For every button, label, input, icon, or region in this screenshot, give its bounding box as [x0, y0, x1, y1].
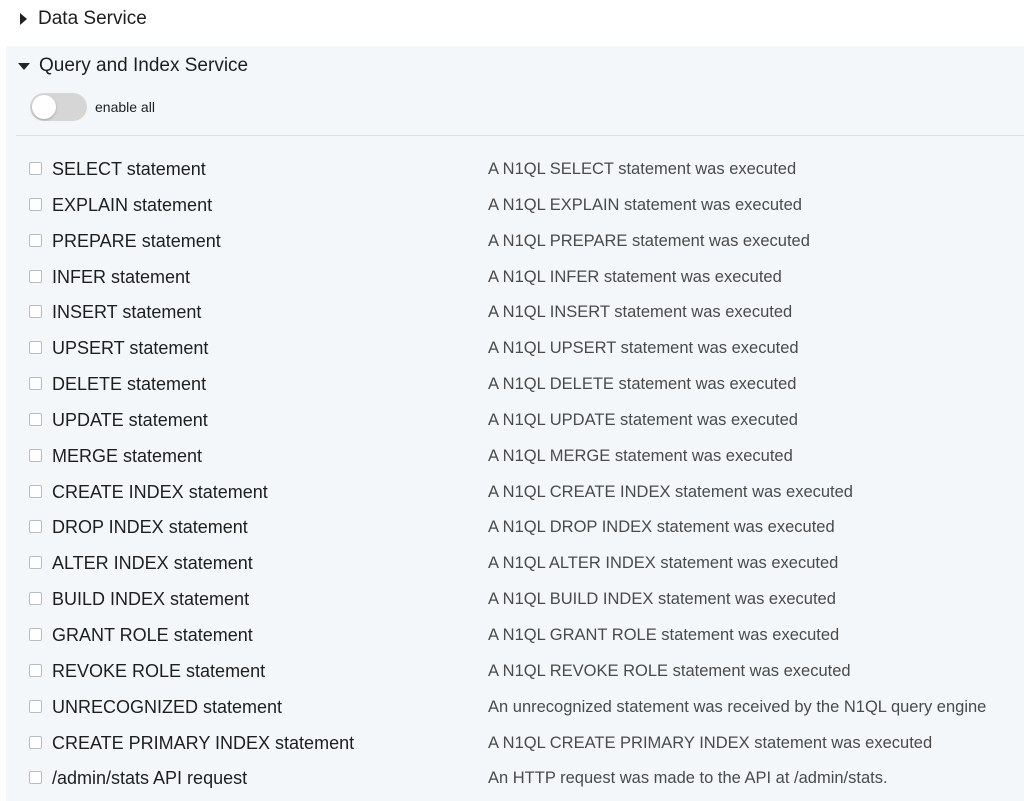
event-description: A N1QL ALTER INDEX statement was execute… [488, 554, 839, 573]
event-name: EXPLAIN statement [52, 194, 213, 215]
event-checkbox[interactable] [29, 627, 42, 641]
event-name: MERGE statement [52, 445, 203, 466]
event-row: PREPARE statement A N1QL PREPARE statemen… [6, 224, 1024, 260]
event-description: A N1QL CREATE PRIMARY INDEX statement wa… [488, 733, 933, 752]
event-description: A N1QL UPDATE statement was executed [488, 410, 798, 429]
event-checkbox[interactable] [29, 699, 42, 713]
event-row: INFER statement A N1QL INFER statement wa… [6, 260, 1024, 296]
data-service-section-toggle[interactable]: Data Service [20, 6, 147, 32]
event-checkbox[interactable] [29, 233, 42, 247]
event-description: An HTTP request was made to the API at /… [488, 769, 888, 788]
event-checkbox[interactable] [29, 556, 42, 570]
event-description: A N1QL BUILD INDEX statement was execute… [488, 590, 836, 609]
event-checkbox[interactable] [29, 269, 42, 283]
event-name: UNRECOGNIZED statement [52, 696, 283, 717]
event-name: DROP INDEX statement [52, 517, 248, 538]
enable-all-label: enable all [95, 99, 155, 115]
event-row: REVOKE ROLE statement A N1QL REVOKE ROLE … [6, 654, 1024, 690]
event-name: CREATE INDEX statement [52, 481, 268, 502]
event-description: A N1QL DROP INDEX statement was executed [488, 518, 835, 537]
event-description: A N1QL GRANT ROLE statement was executed [488, 625, 840, 644]
event-checkbox[interactable] [29, 663, 42, 677]
event-name: PREPARE statement [52, 230, 221, 251]
event-name: UPSERT statement [52, 338, 209, 359]
section-divider [16, 135, 1024, 136]
event-row: DROP INDEX statement A N1QL DROP INDEX st… [6, 510, 1024, 546]
event-row: ALTER INDEX statement A N1QL ALTER INDEX … [6, 546, 1024, 582]
event-row: UNRECOGNIZED statement An unrecognized st… [6, 690, 1024, 726]
caret-down-icon [18, 62, 30, 70]
enable-all-row: enable all [30, 93, 155, 121]
event-description: A N1QL MERGE statement was executed [488, 446, 793, 465]
event-checkbox[interactable] [29, 412, 42, 426]
event-checkbox[interactable] [29, 305, 42, 319]
event-row: BUILD INDEX statement A N1QL BUILD INDEX … [6, 582, 1024, 618]
event-name: UPDATE statement [52, 409, 208, 430]
event-name: GRANT ROLE statement [52, 624, 253, 645]
event-description: A N1QL DELETE statement was executed [488, 375, 797, 394]
event-description: A N1QL REVOKE ROLE statement was execute… [488, 661, 851, 680]
event-row: UPSERT statement A N1QL UPSERT statement … [6, 331, 1024, 367]
data-service-title: Data Service [38, 8, 147, 29]
event-row: EXPLAIN statement A N1QL EXPLAIN statemen… [6, 188, 1024, 224]
event-checkbox[interactable] [29, 197, 42, 211]
event-row: SELECT statement A N1QL SELECT statement … [6, 152, 1024, 188]
event-checkbox[interactable] [29, 484, 42, 498]
event-description: A N1QL INFER statement was executed [488, 267, 782, 286]
event-name: BUILD INDEX statement [52, 589, 250, 610]
event-checkbox[interactable] [29, 735, 42, 749]
enable-all-toggle[interactable] [30, 93, 87, 121]
event-name: REVOKE ROLE statement [52, 660, 266, 681]
event-description: A N1QL EXPLAIN statement was executed [488, 195, 802, 214]
query-index-service-panel: Query and Index Service enable all SELEC… [6, 46, 1024, 801]
event-checkbox[interactable] [29, 448, 42, 462]
event-name: /admin/stats API request [52, 768, 248, 789]
event-checkbox[interactable] [29, 162, 42, 175]
event-checkbox[interactable] [29, 341, 42, 355]
event-row: MERGE statement A N1QL MERGE statement wa… [6, 439, 1024, 475]
query-index-section-toggle[interactable]: Query and Index Service [18, 53, 248, 79]
audit-event-list: SELECT statement A N1QL SELECT statement … [6, 152, 1024, 797]
event-name: ALTER INDEX statement [52, 553, 253, 574]
event-name: INFER statement [52, 266, 191, 287]
event-name: SELECT statement [52, 159, 206, 179]
event-row: /admin/stats API request An HTTP request … [6, 761, 1024, 797]
caret-right-icon [20, 13, 27, 25]
event-row: DELETE statement A N1QL DELETE statement … [6, 367, 1024, 403]
event-description: A N1QL INSERT statement was executed [488, 303, 793, 322]
event-row: UPDATE statement A N1QL UPDATE statement … [6, 403, 1024, 439]
event-name: DELETE statement [52, 374, 207, 395]
event-name: INSERT statement [52, 302, 202, 323]
event-row: CREATE INDEX statement A N1QL CREATE INDE… [6, 475, 1024, 511]
event-description: A N1QL UPSERT statement was executed [488, 339, 799, 358]
event-description: A N1QL PREPARE statement was executed [488, 231, 810, 250]
event-name: CREATE PRIMARY INDEX statement [52, 732, 355, 753]
event-description: A N1QL SELECT statement was executed [488, 160, 797, 178]
event-checkbox[interactable] [29, 377, 42, 391]
event-row: CREATE PRIMARY INDEX statement A N1QL CRE… [6, 726, 1024, 762]
event-description: An unrecognized statement was received b… [488, 697, 987, 716]
event-checkbox[interactable] [29, 771, 42, 785]
event-row: GRANT ROLE statement A N1QL GRANT ROLE st… [6, 618, 1024, 654]
query-index-title: Query and Index Service [39, 55, 249, 76]
toggle-knob [32, 95, 56, 119]
event-row: INSERT statement A N1QL INSERT statement … [6, 295, 1024, 331]
event-checkbox[interactable] [29, 592, 42, 606]
event-checkbox[interactable] [29, 520, 42, 534]
event-description: A N1QL CREATE INDEX statement was execut… [488, 482, 853, 501]
